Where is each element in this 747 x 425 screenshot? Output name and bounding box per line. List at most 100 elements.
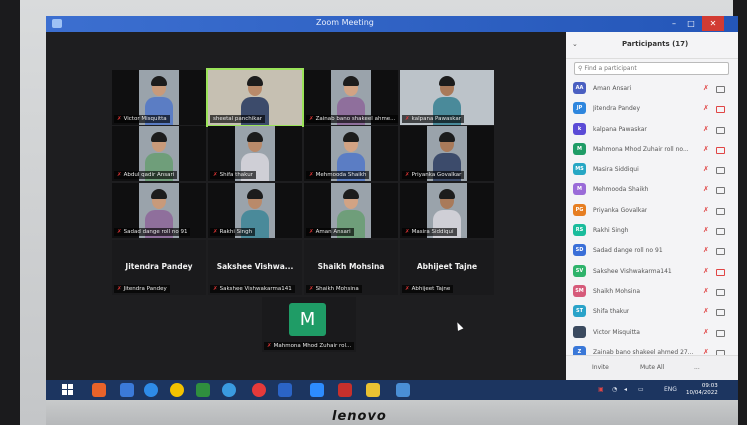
participant-row[interactable]: M Mehmooda Shaikh ✗: [572, 179, 734, 199]
video-camera-icon[interactable]: [716, 288, 725, 296]
screen: Zoom Meeting – □ ✕ ✗ Victor Misquitta shee…: [46, 16, 738, 400]
participant-row[interactable]: JP Jitendra Pandey ✗: [572, 98, 734, 118]
video-tile[interactable]: ✗ Abdul qadir Ansari: [112, 126, 206, 181]
video-tile[interactable]: sheetal panchikar: [206, 68, 304, 127]
video-camera-icon[interactable]: [716, 268, 725, 276]
invite-button[interactable]: Invite: [592, 364, 609, 371]
participant-name: Shaikh Mohsina: [593, 287, 641, 295]
participant-name-tag: ✗ Masira Siddiqui: [402, 228, 457, 236]
participant-display-name: Abhijeet Tajne: [416, 262, 478, 271]
chrome-icon[interactable]: [170, 383, 184, 397]
battery-tray-icon[interactable]: ▭: [638, 386, 644, 393]
windows-start-icon[interactable]: [62, 384, 74, 396]
video-tile[interactable]: ✗ Mehmooda Shaikh: [304, 126, 398, 181]
muted-mic-icon[interactable]: ✗: [703, 104, 709, 112]
muted-mic-icon[interactable]: ✗: [703, 145, 709, 153]
participant-display-name: Jitendra Pandey: [125, 262, 193, 271]
participant-name: Aman Ansari: [593, 85, 632, 92]
firefox-icon[interactable]: [92, 383, 106, 397]
video-tile[interactable]: ✗ Aman Ansari: [304, 183, 398, 238]
video-camera-icon[interactable]: [716, 86, 725, 93]
video-tile[interactable]: ✗ Rakhi Singh: [208, 183, 302, 238]
participant-list: AA Aman Ansari ✗ JP Jitendra Pandey ✗ k kalpana…: [572, 78, 734, 362]
search-input[interactable]: ⚲ Find a participant: [574, 62, 729, 75]
video-camera-icon[interactable]: [716, 309, 725, 317]
video-tile[interactable]: ✗ Zainab bano shakeel ahme...: [304, 70, 398, 125]
video-camera-icon[interactable]: [716, 167, 725, 175]
muted-mic-icon[interactable]: ✗: [703, 185, 709, 193]
participant-display-name: Sakshee Vishwa...: [216, 262, 294, 271]
participant-row[interactable]: ST Shifa thakur ✗: [572, 301, 734, 321]
name-only-tile[interactable]: Sakshee Vishwa... ✗ Sakshee Vishwakarma141: [208, 240, 302, 295]
video-camera-icon[interactable]: [716, 248, 725, 256]
video-tile[interactable]: ✗ Shifa thakur: [208, 126, 302, 181]
participant-name: Rakhi Singh: [593, 227, 629, 235]
participant-name-tag: ✗ Abdul qadir Ansari: [114, 171, 178, 179]
avatar-tile[interactable]: M ✗ Mahmona Mhod Zuhair rol...: [262, 297, 356, 352]
minimize-button[interactable]: –: [666, 16, 682, 31]
participant-name-tag: ✗ Victor Misquitta: [114, 115, 170, 123]
muted-mic-icon[interactable]: ✗: [703, 84, 709, 92]
teams-icon[interactable]: [278, 383, 292, 397]
participant-row[interactable]: SM Shaikh Mohsina ✗: [572, 281, 734, 301]
participant-name-tag: ✗ Mehmooda Shaikh: [306, 171, 370, 179]
participant-name-tag: ✗ Shifa thakur: [210, 171, 256, 179]
video-tile[interactable]: ✗ Victor Misquitta: [112, 70, 206, 125]
participant-row[interactable]: SV Sakshee Vishwakarma141 ✗: [572, 261, 734, 281]
participant-row[interactable]: MS Masira Siddiqui ✗: [572, 159, 734, 179]
participant-row[interactable]: SD Sadad dange roll no 91 ✗: [572, 240, 734, 260]
muted-mic-icon[interactable]: ✗: [703, 287, 709, 295]
muted-mic-icon[interactable]: ✗: [703, 226, 709, 234]
participant-row[interactable]: AA Aman Ansari ✗: [572, 78, 734, 98]
antivirus-tray-icon[interactable]: ▣: [598, 386, 604, 393]
name-only-tile[interactable]: Jitendra Pandey ✗ Jitendra Pandey: [112, 240, 206, 295]
video-camera-icon[interactable]: [716, 126, 725, 134]
more-button[interactable]: ...: [694, 364, 700, 371]
mute-all-button[interactable]: Mute All: [640, 364, 664, 371]
video-camera-icon[interactable]: [716, 146, 725, 154]
video-camera-icon[interactable]: [716, 207, 725, 215]
vivaldi-icon[interactable]: [252, 383, 266, 397]
acrobat-icon[interactable]: [338, 383, 352, 397]
close-button[interactable]: ✕: [702, 16, 724, 31]
video-camera-icon[interactable]: [716, 329, 725, 337]
video-camera-icon[interactable]: [716, 187, 725, 195]
video-tile[interactable]: ✗ Priyanka Govalkar: [400, 126, 494, 181]
desktop-icon[interactable]: [120, 383, 134, 397]
muted-mic-icon[interactable]: ✗: [703, 206, 709, 214]
network-tray-icon[interactable]: ◔: [612, 386, 617, 393]
video-tile[interactable]: ✗ Masira Siddiqui: [400, 183, 494, 238]
participant-name-tag: ✗ Jitendra Pandey: [114, 285, 170, 293]
name-only-tile[interactable]: Abhijeet Tajne ✗ Abhijeet Tajne: [400, 240, 494, 295]
name-only-tile[interactable]: Shaikh Mohsina ✗ Shaikh Mohsina: [304, 240, 398, 295]
photos-icon[interactable]: [396, 383, 410, 397]
excel-icon[interactable]: [196, 383, 210, 397]
video-camera-icon[interactable]: [716, 106, 725, 114]
zoom-taskbar-icon[interactable]: [310, 383, 324, 397]
participant-row[interactable]: Victor Misquitta ✗: [572, 322, 734, 342]
edge-icon[interactable]: [222, 383, 236, 397]
file-explorer-icon[interactable]: [366, 383, 380, 397]
muted-mic-icon[interactable]: ✗: [703, 246, 709, 254]
muted-mic-icon[interactable]: ✗: [703, 165, 709, 173]
language-indicator[interactable]: ENG: [664, 386, 677, 393]
muted-mic-icon[interactable]: ✗: [703, 307, 709, 315]
participant-row[interactable]: PG Priyanka Govalkar ✗: [572, 200, 734, 220]
volume-tray-icon[interactable]: ◂: [624, 386, 627, 393]
video-camera-icon[interactable]: [716, 228, 725, 236]
video-tile[interactable]: ✗ Sadad dange roll no 91: [112, 183, 206, 238]
video-tile[interactable]: ✗ kalpana Pawaskar: [400, 70, 494, 125]
participant-row[interactable]: k kalpana Pawaskar ✗: [572, 119, 734, 139]
muted-mic-icon[interactable]: ✗: [703, 328, 709, 336]
avatar: k: [573, 122, 586, 135]
muted-mic-icon[interactable]: ✗: [703, 267, 709, 275]
muted-mic-icon: ✗: [213, 172, 218, 178]
participant-name-tag: ✗ Sakshee Vishwakarma141: [210, 285, 295, 293]
clock[interactable]: 09:03 10/04/2022: [686, 383, 718, 397]
chevron-down-icon[interactable]: ⌄: [572, 40, 578, 48]
internet-explorer-icon[interactable]: [144, 383, 158, 397]
participant-row[interactable]: RS Rakhi Singh ✗: [572, 220, 734, 240]
muted-mic-icon[interactable]: ✗: [703, 125, 709, 133]
maximize-button[interactable]: □: [683, 16, 699, 31]
participant-row[interactable]: M Mahmona Mhod Zuhair roll no... ✗: [572, 139, 734, 159]
